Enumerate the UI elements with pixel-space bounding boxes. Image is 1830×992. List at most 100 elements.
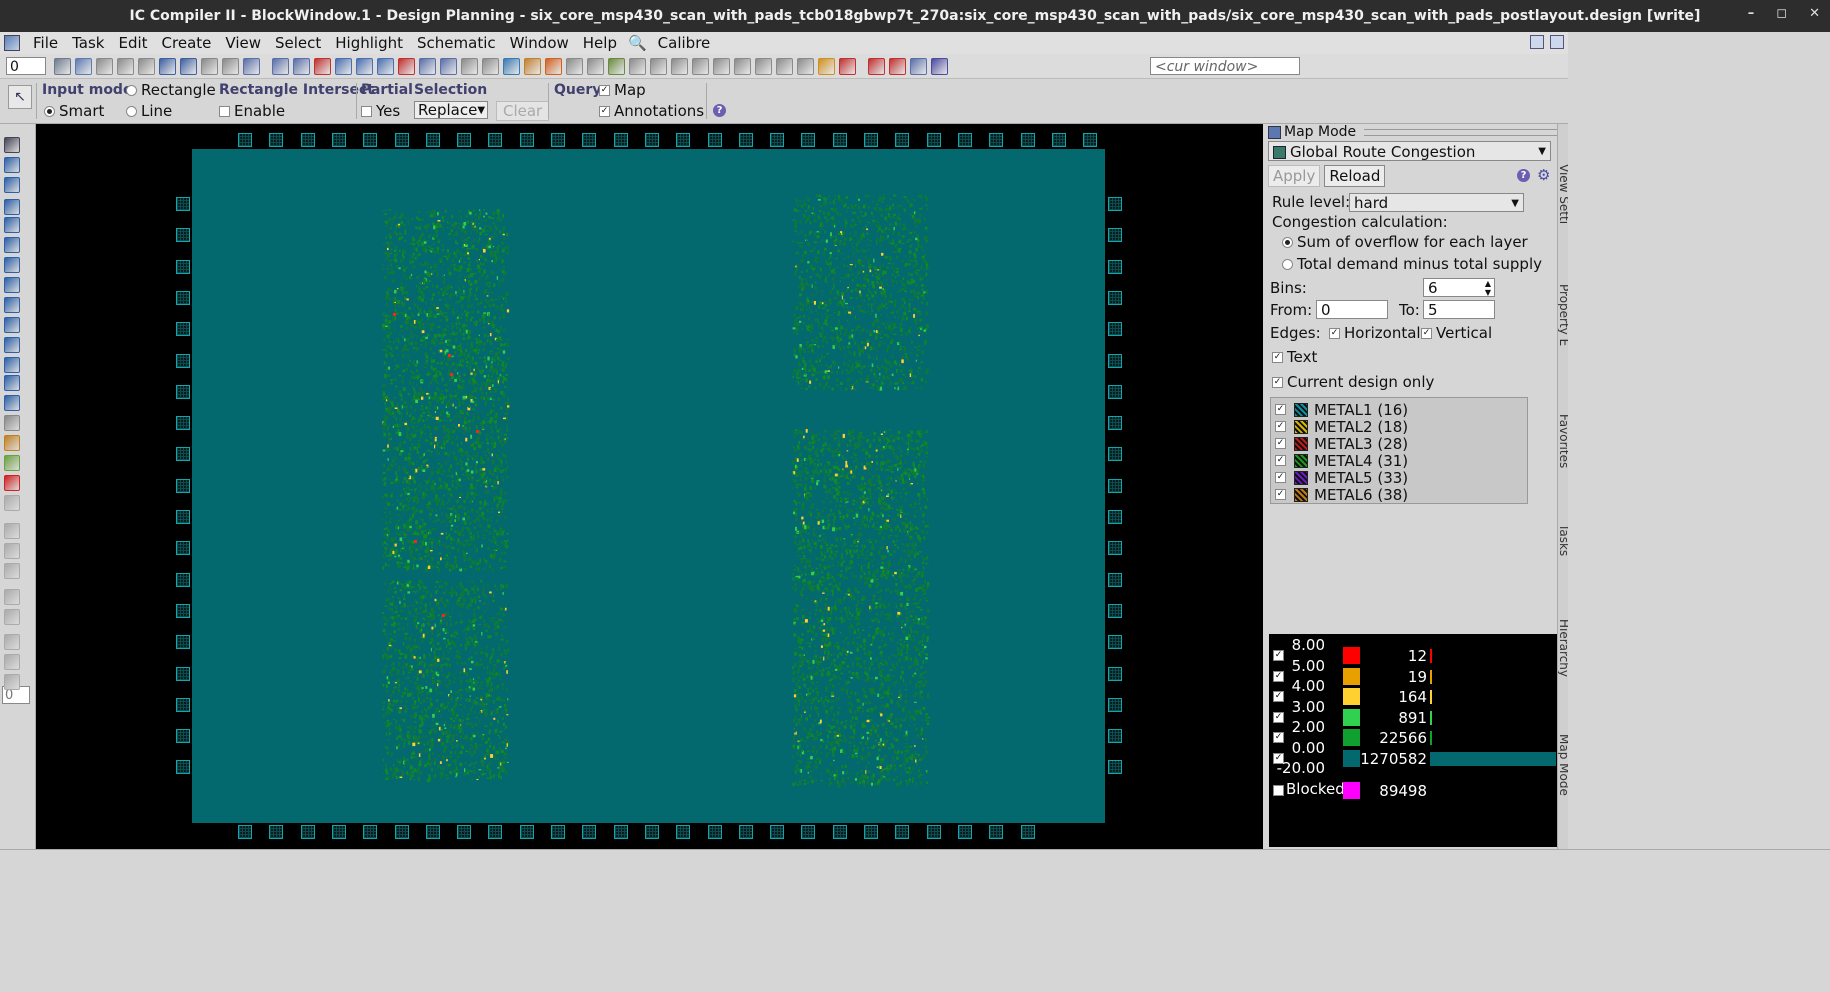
menu-task[interactable]: Task (65, 34, 111, 52)
toolbar-tool-icon[interactable] (868, 58, 885, 75)
canvas-tool-icon[interactable] (4, 654, 20, 670)
canvas-tool-icon[interactable] (4, 375, 20, 391)
congestion-cell (475, 426, 477, 428)
toolbar-tool-icon[interactable] (180, 58, 197, 75)
input-mode-smart[interactable]: Smart (44, 102, 104, 120)
canvas-tool-icon[interactable] (4, 317, 20, 333)
help-icon[interactable]: ? (713, 104, 726, 117)
partial-yes-checkbox[interactable]: Yes (361, 102, 400, 120)
toolbar-tool-icon[interactable] (377, 58, 394, 75)
canvas-tool-icon[interactable] (4, 137, 20, 153)
canvas-tool-icon[interactable] (4, 297, 20, 313)
canvas-tool-icon[interactable] (4, 455, 20, 471)
toolbar-tool-icon[interactable] (755, 58, 772, 75)
menu-calibre[interactable]: Calibre (651, 34, 718, 52)
toolbar-tool-icon[interactable] (713, 58, 730, 75)
toolbar-tool-icon[interactable] (461, 58, 478, 75)
query-map-checkbox[interactable]: ✓Map (599, 81, 646, 99)
toolbar-tool-icon[interactable] (503, 58, 520, 75)
menu-file[interactable]: File (26, 34, 65, 52)
die-area[interactable] (192, 149, 1105, 823)
toolbar-tool-icon[interactable] (54, 58, 71, 75)
input-mode-rectangle[interactable]: Rectangle (126, 81, 216, 99)
input-mode-line[interactable]: Line (126, 102, 172, 120)
toolbar-tool-icon[interactable] (293, 58, 310, 75)
toolbar-tool-icon[interactable] (818, 58, 835, 75)
canvas-tool-icon[interactable] (4, 634, 20, 650)
menu-schematic[interactable]: Schematic (410, 34, 503, 52)
canvas-tool-icon[interactable] (4, 674, 20, 690)
toolbar-tool-icon[interactable] (889, 58, 906, 75)
query-annotations-checkbox[interactable]: ✓Annotations (599, 102, 704, 120)
toolbar-tool-icon[interactable] (398, 58, 415, 75)
canvas-tool-icon[interactable] (4, 199, 20, 215)
toolbar-tool-icon[interactable] (222, 58, 239, 75)
toolbar-tool-icon[interactable] (608, 58, 625, 75)
toolbar-tool-icon[interactable] (75, 58, 92, 75)
canvas-tool-icon[interactable] (4, 395, 20, 411)
toolbar-tool-icon[interactable] (587, 58, 604, 75)
select-arrow-icon[interactable]: ↖ (8, 85, 32, 109)
canvas-tool-icon[interactable] (4, 475, 20, 491)
toolbar-tool-icon[interactable] (545, 58, 562, 75)
toolbar-tool-icon[interactable] (931, 58, 948, 75)
level-spinbox[interactable]: 0 (6, 57, 46, 75)
menu-create[interactable]: Create (155, 34, 219, 52)
toolbar-tool-icon[interactable] (839, 58, 856, 75)
canvas-tool-icon[interactable] (4, 609, 20, 625)
menu-window[interactable]: Window (503, 34, 576, 52)
toolbar-tool-icon[interactable] (243, 58, 260, 75)
toolbar-tool-icon[interactable] (671, 58, 688, 75)
cur-window-field[interactable]: <cur window> (1150, 57, 1300, 75)
layout-canvas[interactable] (36, 124, 1263, 849)
toolbar-tool-icon[interactable] (96, 58, 113, 75)
toolbar-tool-icon[interactable] (734, 58, 751, 75)
search-icon[interactable]: 🔍 (624, 34, 651, 52)
menu-view[interactable]: View (218, 34, 268, 52)
toolbar-tool-icon[interactable] (272, 58, 289, 75)
maximize-button[interactable]: ◻ (1776, 6, 1787, 21)
toolbar-tool-icon[interactable] (650, 58, 667, 75)
toolbar-tool-icon[interactable] (910, 58, 927, 75)
toolbar-tool-icon[interactable] (201, 58, 218, 75)
toolbar-tool-icon[interactable] (440, 58, 457, 75)
clear-button[interactable]: Clear (496, 101, 549, 121)
toolbar-tool-icon[interactable] (692, 58, 709, 75)
canvas-tool-icon[interactable] (4, 257, 20, 273)
canvas-tool-icon[interactable] (4, 563, 20, 579)
toolbar-tool-icon[interactable] (356, 58, 373, 75)
toolbar-tool-icon[interactable] (419, 58, 436, 75)
toolbar-tool-icon[interactable] (566, 58, 583, 75)
menu-highlight[interactable]: Highlight (328, 34, 410, 52)
canvas-tool-icon[interactable] (4, 415, 20, 431)
menu-select[interactable]: Select (268, 34, 328, 52)
canvas-tool-icon[interactable] (4, 217, 20, 233)
toolbar-tool-icon[interactable] (776, 58, 793, 75)
minimize-button[interactable]: – (1748, 6, 1755, 21)
toolbar-tool-icon[interactable] (314, 58, 331, 75)
rect-intersect-enable-checkbox[interactable]: Enable (219, 102, 285, 120)
canvas-tool-icon[interactable] (4, 177, 20, 193)
toolbar-tool-icon[interactable] (335, 58, 352, 75)
canvas-tool-icon[interactable] (4, 277, 20, 293)
canvas-tool-icon[interactable] (4, 543, 20, 559)
canvas-tool-icon[interactable] (4, 357, 20, 373)
canvas-tool-icon[interactable] (4, 337, 20, 353)
close-button[interactable]: ✕ (1809, 6, 1820, 21)
toolbar-tool-icon[interactable] (159, 58, 176, 75)
toolbar-tool-icon[interactable] (482, 58, 499, 75)
canvas-tool-icon[interactable] (4, 237, 20, 253)
toolbar-tool-icon[interactable] (629, 58, 646, 75)
toolbar-tool-icon[interactable] (797, 58, 814, 75)
menu-help[interactable]: Help (576, 34, 624, 52)
canvas-tool-icon[interactable] (4, 157, 20, 173)
canvas-tool-icon[interactable] (4, 589, 20, 605)
toolbar-tool-icon[interactable] (138, 58, 155, 75)
toolbar-tool-icon[interactable] (524, 58, 541, 75)
canvas-tool-icon[interactable] (4, 435, 20, 451)
toolbar-tool-icon[interactable] (117, 58, 134, 75)
selection-mode-select[interactable]: Replace▼ (414, 101, 488, 119)
menu-edit[interactable]: Edit (111, 34, 154, 52)
canvas-tool-icon[interactable] (4, 523, 20, 539)
canvas-tool-icon[interactable] (4, 495, 20, 511)
